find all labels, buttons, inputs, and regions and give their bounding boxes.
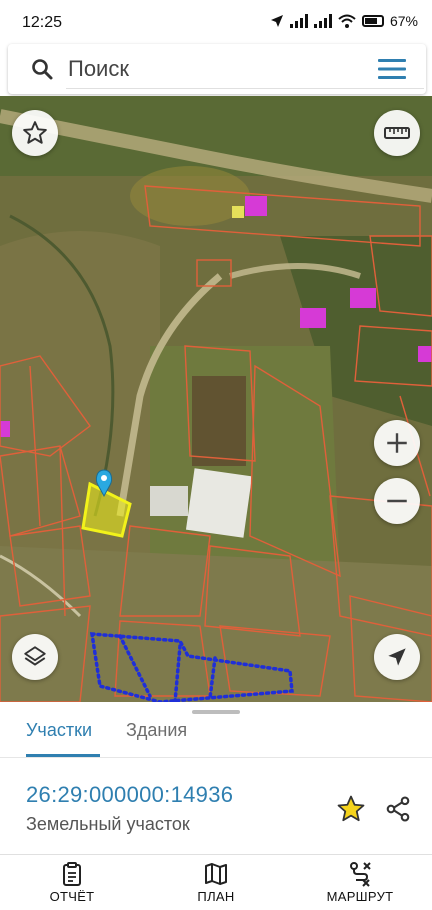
star-icon[interactable] [336, 794, 366, 824]
route-icon [350, 862, 371, 887]
nav-report-label: ОТЧЁТ [49, 889, 95, 904]
nav-route-label: МАРШРУТ [326, 889, 394, 904]
status-time: 12:25 [22, 14, 63, 31]
zoom-in-button[interactable] [374, 420, 420, 466]
share-icon[interactable] [384, 794, 412, 824]
minus-icon [387, 499, 407, 503]
sheet-drag-handle[interactable] [192, 710, 240, 714]
plus-icon [387, 433, 407, 453]
nav-plan-label: ПЛАН [197, 889, 235, 904]
bottom-navigation: ОТЧЁТ ПЛАН МАРШРУТ [0, 854, 432, 910]
nav-report[interactable]: ОТЧЁТ [12, 861, 132, 904]
ruler-button[interactable] [374, 110, 420, 156]
ruler-icon [384, 127, 410, 139]
location-arrow-icon [388, 648, 406, 666]
battery-percent: 67% [389, 13, 418, 29]
search-icon[interactable] [30, 57, 54, 81]
tab-buildings[interactable]: Здания [126, 720, 187, 741]
nav-plan[interactable]: ПЛАН [156, 861, 276, 904]
search-bar[interactable]: Поиск [8, 44, 426, 94]
wifi-icon [338, 14, 356, 28]
my-location-button[interactable] [374, 634, 420, 680]
signal-icon-2 [313, 14, 332, 28]
status-icons: 67% [270, 13, 418, 29]
battery-icon [361, 15, 384, 27]
tab-parcels[interactable]: Участки [26, 720, 92, 741]
status-bar: 12:25 67% [0, 0, 432, 46]
search-input[interactable]: Поиск [68, 56, 129, 82]
zoom-out-button[interactable] [374, 478, 420, 524]
layers-button[interactable] [12, 634, 58, 680]
map-plan-icon [205, 863, 227, 885]
navigation-arrow-icon [270, 15, 283, 27]
report-icon [63, 862, 81, 886]
parcel-sheet: Участки Здания 26:29:000000:14936 Земель… [0, 702, 432, 854]
parcel-type: Земельный участок [26, 814, 190, 834]
search-underline [66, 88, 424, 89]
layers-icon [24, 646, 46, 666]
satellite-map[interactable] [0, 96, 432, 702]
sheet-divider [0, 757, 432, 758]
star-outline-icon [23, 121, 47, 144]
signal-icon [289, 14, 308, 28]
favorites-button[interactable] [12, 110, 58, 156]
map-view[interactable] [0, 96, 432, 702]
nav-route[interactable]: МАРШРУТ [300, 861, 420, 904]
cadastral-number[interactable]: 26:29:000000:14936 [26, 782, 233, 808]
menu-icon[interactable] [378, 57, 406, 81]
